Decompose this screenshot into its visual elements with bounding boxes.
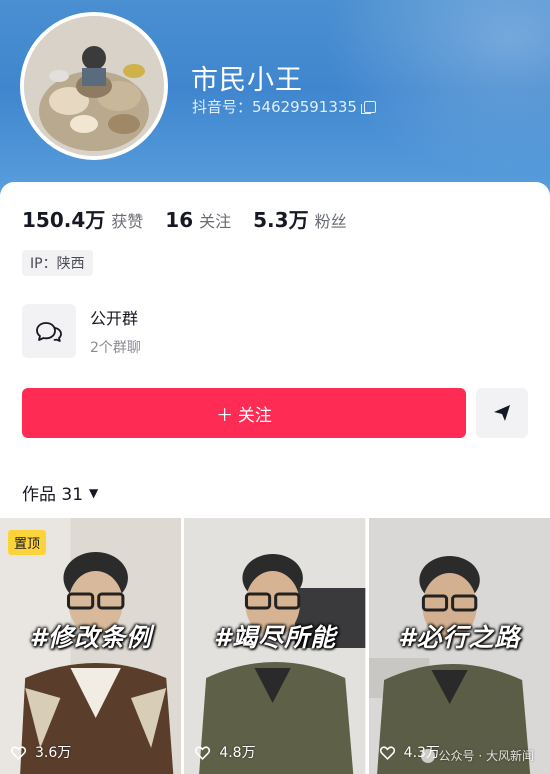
video-caption: #修改条例 (29, 623, 152, 652)
video-tile[interactable]: #竭尽所能 4.8万 (184, 518, 366, 774)
stat-label: 获赞 (111, 212, 144, 231)
profile-stats: 150.4万 获赞 16 关注 5.3万 粉丝 (22, 204, 369, 233)
tab-works[interactable]: 作品 31 ▼ (22, 480, 98, 505)
stat-value: 5.3万 (253, 208, 309, 232)
caret-down-icon: ▼ (89, 485, 99, 500)
douyin-id[interactable]: 抖音号：54629591335 (192, 96, 376, 117)
stat-likes[interactable]: 150.4万 获赞 (22, 204, 143, 233)
stat-label: 关注 (199, 212, 232, 231)
video-grid: 置顶 #修改条例 3.6万 #竭尽所能 4.8万 #必行之路 公众号 · 大风新… (0, 518, 550, 774)
avatar[interactable] (20, 12, 168, 160)
heart-icon (195, 745, 211, 760)
public-group-entry[interactable]: 公开群 2个群聊 (22, 304, 141, 358)
douyin-id-text: 抖音号：54629591335 (192, 98, 357, 116)
video-likes: 4.8万 (194, 742, 256, 762)
heart-icon (10, 745, 27, 760)
stat-followers[interactable]: 5.3万 粉丝 (253, 204, 346, 233)
group-title: 公开群 (90, 309, 139, 328)
likes-count: 4.8万 (219, 745, 256, 761)
works-tab-label: 作品 31 (22, 485, 84, 505)
video-likes: 3.6万 (10, 742, 71, 762)
watermark-text: 公众号 · 大风新闻 (438, 749, 534, 763)
follow-button[interactable]: ＋ 关注 (22, 388, 466, 438)
stat-value: 150.4万 (22, 208, 106, 232)
stat-label: 粉丝 (314, 212, 347, 231)
send-icon (494, 405, 510, 421)
profile-name: 市民小王 (191, 65, 303, 96)
group-subtitle: 2个群聊 (90, 340, 141, 356)
video-caption: #竭尽所能 (213, 623, 337, 652)
likes-count: 3.6万 (35, 745, 72, 761)
stat-following[interactable]: 16 关注 (165, 208, 231, 232)
pinned-badge: 置顶 (8, 530, 47, 555)
wechat-official-icon (420, 748, 435, 763)
copy-icon[interactable] (360, 100, 376, 114)
video-tile[interactable]: #必行之路 4.3万 公众号 · 大风新闻 (368, 518, 550, 774)
ip-location-tag: IP：陕西 (22, 250, 93, 276)
group-chat-icon (22, 304, 76, 358)
share-button[interactable] (476, 388, 528, 438)
stat-value: 16 (165, 208, 194, 232)
watermark: 公众号 · 大风新闻 (420, 747, 534, 764)
avatar-image (24, 16, 164, 156)
video-caption: #必行之路 (398, 623, 521, 652)
heart-icon (379, 745, 395, 760)
video-tile[interactable]: 置顶 #修改条例 3.6万 (0, 518, 182, 774)
profile-card: 150.4万 获赞 16 关注 5.3万 粉丝 IP：陕西 公开群 2个群聊 ＋… (0, 182, 550, 774)
